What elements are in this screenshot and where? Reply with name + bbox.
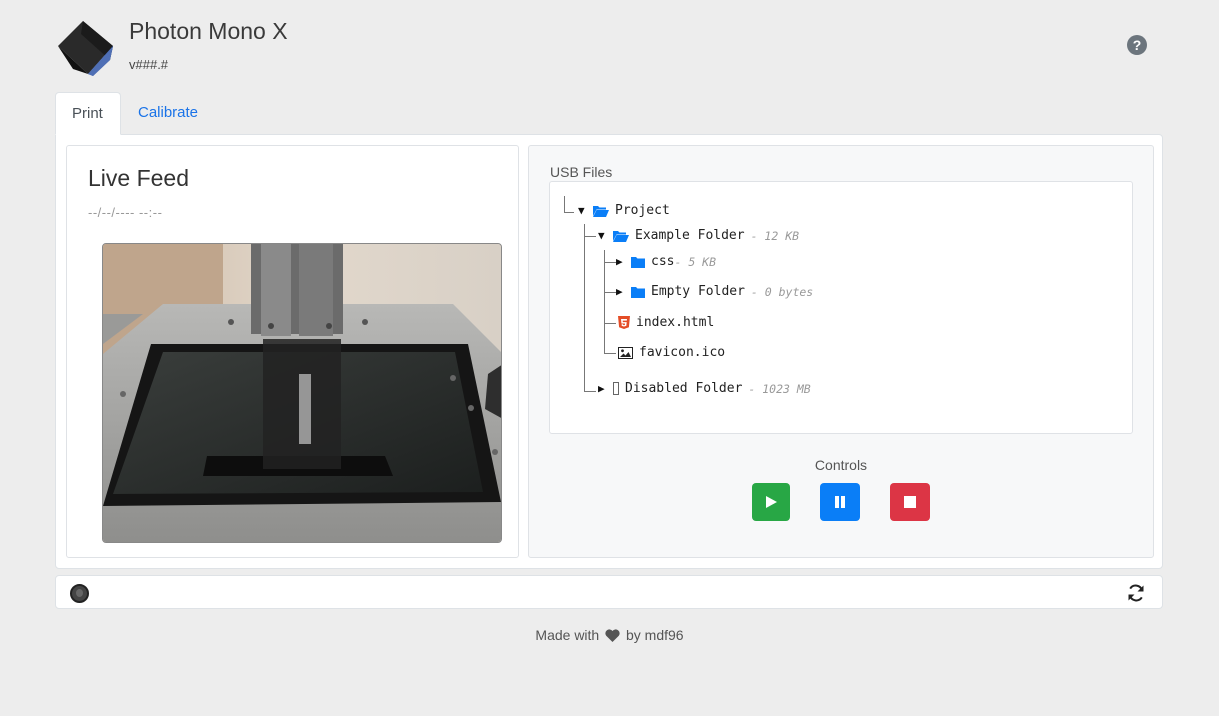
folder-open-icon	[613, 230, 629, 242]
print-panel: Live Feed --/--/---- --:-- USB Files ▼ P…	[55, 134, 1163, 569]
tree-node-disabled-folder[interactable]: ▶ Disabled Folder - 1023 MB	[598, 381, 811, 396]
app-header: Photon Mono X v###.# ?	[55, 16, 1163, 80]
status-indicator-icon	[70, 584, 89, 603]
tree-connector	[604, 292, 616, 293]
tree-node-project[interactable]: ▼ Project	[578, 203, 670, 218]
tree-node-css[interactable]: ▶ css - 5 KB	[616, 254, 716, 269]
play-icon	[766, 496, 777, 508]
status-bar	[55, 575, 1163, 609]
tree-connector	[584, 236, 596, 237]
tree-node-index-html[interactable]: index.html	[618, 315, 714, 330]
stop-button[interactable]	[890, 483, 930, 521]
tree-node-example-folder[interactable]: ▼ Example Folder - 12 KB	[598, 228, 799, 243]
controls-label: Controls	[814, 457, 868, 473]
tree-connector	[604, 250, 616, 354]
usb-files-card: USB Files ▼ Project ▼ Example Folder - 1…	[528, 145, 1154, 558]
tab-print[interactable]: Print	[55, 92, 121, 135]
html5-icon	[618, 316, 630, 329]
caret-down-icon[interactable]: ▼	[578, 204, 590, 217]
caret-right-icon[interactable]: ▶	[616, 285, 628, 298]
caret-down-icon[interactable]: ▼	[598, 229, 610, 242]
tree-node-label: index.html	[636, 315, 715, 330]
image-icon	[618, 346, 633, 359]
refresh-icon[interactable]	[1126, 583, 1146, 603]
caret-right-icon[interactable]: ▶	[616, 255, 628, 268]
tab-calibrate[interactable]: Calibrate	[122, 92, 214, 135]
tree-node-size: - 12 KB	[750, 228, 800, 243]
tree-node-size: - 1023 MB	[748, 381, 811, 396]
play-button[interactable]	[752, 483, 790, 521]
tree-node-size: - 5 KB	[674, 254, 717, 269]
pause-icon	[835, 496, 845, 508]
tree-node-empty-folder[interactable]: ▶ Empty Folder - 0 bytes	[616, 284, 813, 299]
heart-icon	[605, 629, 620, 642]
tree-connector	[604, 323, 616, 324]
footer: Made with by mdf96	[0, 627, 1219, 643]
live-feed-title: Live Feed	[88, 165, 190, 191]
usb-files-label: USB Files	[550, 164, 613, 180]
tree-connector	[564, 196, 574, 213]
live-feed-card: Live Feed --/--/---- --:--	[66, 145, 519, 558]
folder-disabled-icon	[613, 382, 619, 395]
footer-suffix: by mdf96	[626, 627, 684, 643]
tab-bar: Print Calibrate	[55, 92, 1163, 135]
tree-node-label: favicon.ico	[639, 345, 726, 360]
tree-node-label: Disabled Folder	[625, 381, 743, 396]
tree-node-label: Empty Folder	[651, 284, 745, 299]
tree-node-label: Example Folder	[635, 228, 745, 243]
tree-connector	[584, 224, 596, 392]
tree-node-favicon[interactable]: favicon.ico	[618, 345, 725, 360]
app-title: Photon Mono X	[129, 18, 288, 44]
help-button[interactable]: ?	[1127, 35, 1147, 55]
live-feed-image	[102, 243, 502, 543]
file-tree: ▼ Project ▼ Example Folder - 12 KB ▶ css…	[549, 181, 1133, 434]
caret-right-icon[interactable]: ▶	[598, 382, 610, 395]
tree-connector	[604, 262, 616, 263]
app-version: v###.#	[129, 57, 169, 72]
tree-node-label: Project	[615, 203, 670, 218]
folder-icon	[631, 286, 645, 298]
tree-node-label: css	[651, 254, 675, 269]
tree-node-size: - 0 bytes	[750, 284, 814, 299]
live-feed-timestamp: --/--/---- --:--	[88, 205, 163, 220]
footer-prefix: Made with	[535, 627, 600, 643]
folder-open-icon	[593, 205, 609, 217]
cube-logo-icon	[58, 21, 113, 76]
folder-icon	[631, 256, 645, 268]
stop-icon	[904, 496, 916, 508]
pause-button[interactable]	[820, 483, 860, 521]
